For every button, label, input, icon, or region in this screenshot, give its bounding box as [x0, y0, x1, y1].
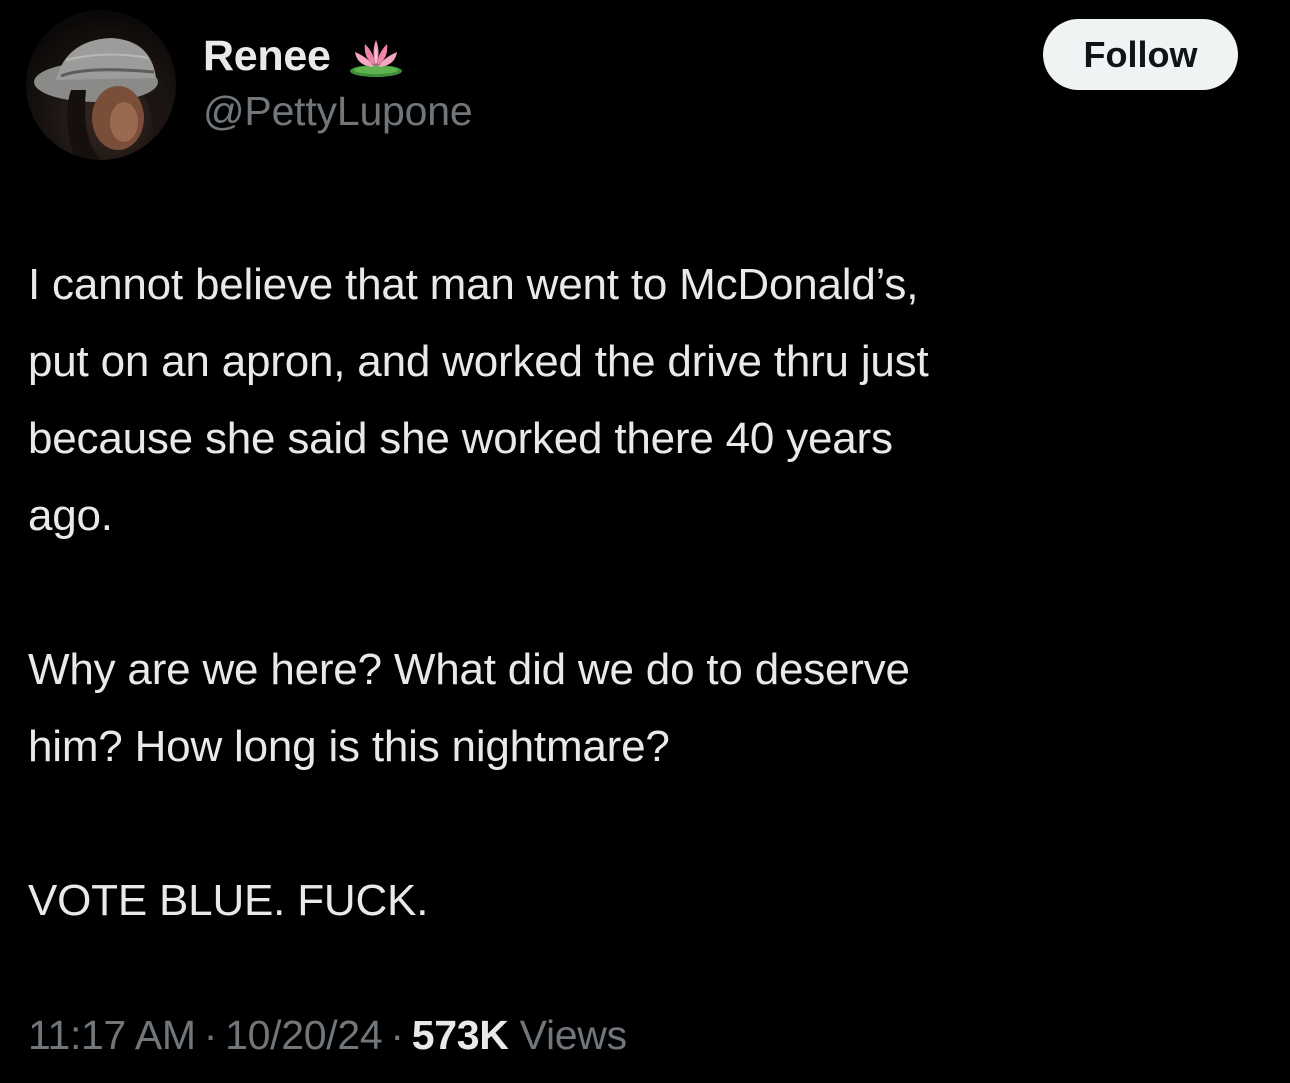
views-count[interactable]: 573K: [412, 1012, 509, 1058]
tweet-time[interactable]: 11:17 AM: [28, 1012, 196, 1058]
tweet-line: VOTE BLUE. FUCK.: [28, 876, 429, 925]
tweet-line: because she said she worked there 40 yea…: [28, 414, 893, 463]
avatar[interactable]: [26, 10, 176, 160]
separator-dot: ·: [390, 1012, 404, 1058]
tweet-line: Why are we here? What did we do to deser…: [28, 645, 910, 694]
avatar-image: [34, 38, 170, 160]
handle[interactable]: @PettyLupone: [203, 88, 473, 135]
tweet-line: him? How long is this nightmare?: [28, 722, 670, 771]
tweet-card: Renee @PettyLupone Follow I cannot belie…: [0, 0, 1290, 1083]
tweet-paragraph: Why are we here? What did we do to deser…: [28, 631, 1248, 785]
separator-dot: ·: [203, 1012, 218, 1058]
user-info[interactable]: Renee @PettyLupone: [203, 28, 473, 135]
follow-button[interactable]: Follow: [1043, 19, 1238, 90]
tweet-text: I cannot believe that man went to McDona…: [28, 246, 1248, 939]
views-label: Views: [519, 1012, 627, 1058]
tweet-line: ago.: [28, 491, 113, 540]
tweet-line: I cannot believe that man went to McDona…: [28, 260, 919, 309]
display-name[interactable]: Renee: [203, 32, 331, 81]
tweet-line: put on an apron, and worked the drive th…: [28, 337, 929, 386]
tweet-paragraph: I cannot believe that man went to McDona…: [28, 246, 1248, 554]
tweet-meta: 11:17 AM · 10/20/24 · 573K Views: [28, 1012, 627, 1059]
tweet-date[interactable]: 10/20/24: [225, 1012, 383, 1058]
name-row: Renee: [203, 28, 472, 84]
lotus-icon: [345, 34, 407, 78]
tweet-paragraph: VOTE BLUE. FUCK.: [28, 862, 1248, 939]
